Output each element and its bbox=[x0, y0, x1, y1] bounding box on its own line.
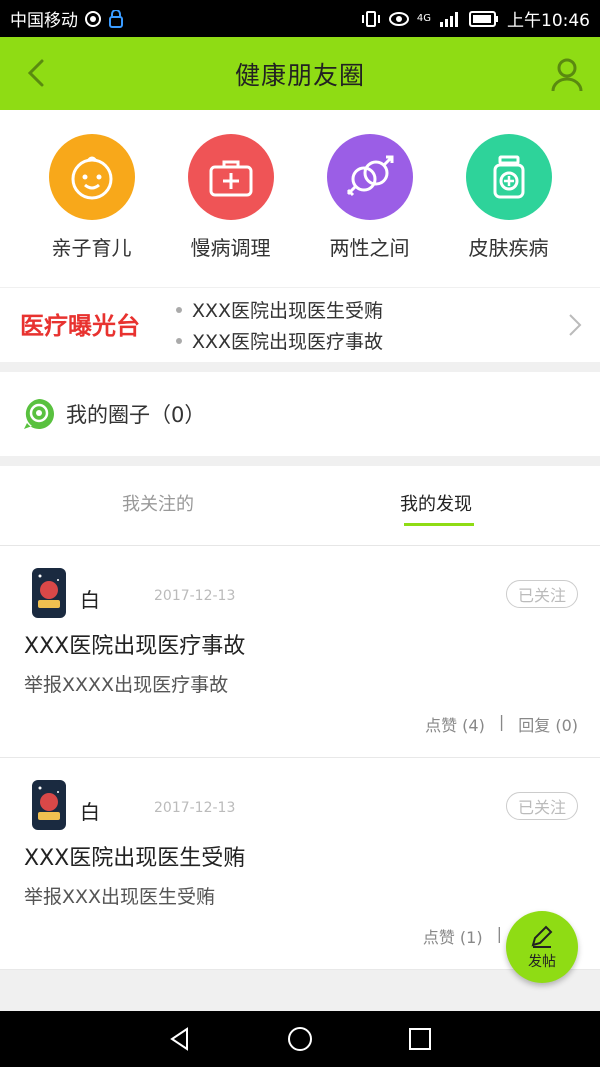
post-date: 2017-12-13 bbox=[154, 588, 236, 604]
bullet-dot bbox=[176, 337, 182, 344]
home-circle-icon[interactable] bbox=[286, 1025, 314, 1053]
post-stats: 点赞 (4) | 回复 (0) bbox=[425, 712, 578, 736]
chevron-left-icon[interactable] bbox=[18, 55, 54, 91]
circle-chat-icon bbox=[24, 399, 55, 429]
feed-tabs: 我关注的 我的发现 bbox=[0, 466, 600, 546]
exposure-logo: 医疗曝光台 bbox=[20, 312, 140, 340]
category-label: 两性之间 bbox=[329, 236, 410, 260]
bullet-dot bbox=[176, 306, 182, 313]
category-label: 慢病调理 bbox=[190, 236, 271, 260]
post-card[interactable]: 白 2017-12-13 已关注 XXX医院出现医疗事故 举报XXXX出现医疗事… bbox=[0, 546, 600, 758]
stats-separator: | bbox=[498, 712, 505, 731]
category-parenting[interactable]: 亲子育儿 bbox=[22, 110, 161, 287]
status-bar: 中国移动 4G 上午10:46 bbox=[0, 0, 600, 37]
baby-face-icon bbox=[48, 134, 135, 220]
post-body: 举报XXX出现医生受贿 bbox=[24, 886, 216, 908]
active-tab-indicator bbox=[404, 523, 474, 526]
signal-icon bbox=[440, 11, 458, 27]
category-gender[interactable]: 两性之间 bbox=[300, 110, 439, 287]
new-post-button[interactable]: 发帖 bbox=[506, 911, 578, 983]
carrier-label: 中国移动 bbox=[10, 11, 78, 31]
vibrate-icon bbox=[361, 10, 380, 27]
system-nav-bar bbox=[0, 1011, 600, 1067]
post-date: 2017-12-13 bbox=[154, 800, 236, 816]
category-skin[interactable]: 皮肤疾病 bbox=[439, 110, 578, 287]
post-list: 白 2017-12-13 已关注 XXX医院出现医疗事故 举报XXXX出现医疗事… bbox=[0, 546, 600, 970]
news-list: XXX医院出现医生受贿 XXX医院出现医疗事故 bbox=[176, 296, 383, 354]
eye-icon bbox=[388, 11, 409, 26]
follow-button[interactable]: 已关注 bbox=[506, 580, 578, 608]
notification-icon bbox=[85, 10, 101, 27]
gender-icon bbox=[326, 134, 413, 220]
tab-following[interactable]: 我关注的 bbox=[122, 490, 194, 516]
recents-square-icon[interactable] bbox=[407, 1026, 433, 1052]
author-name: 白 bbox=[80, 588, 100, 612]
back-triangle-icon[interactable] bbox=[167, 1026, 193, 1052]
my-circle-row[interactable]: 我的圈子（0） bbox=[0, 372, 600, 456]
top-nav-bar: 健康朋友圈 bbox=[0, 37, 600, 110]
post-body: 举报XXXX出现医疗事故 bbox=[24, 674, 229, 696]
clock-label: 上午10:46 bbox=[507, 11, 590, 31]
stats-separator: | bbox=[496, 924, 502, 943]
news-item[interactable]: XXX医院出现医疗事故 bbox=[176, 327, 383, 354]
new-post-label: 发帖 bbox=[528, 954, 556, 970]
post-title[interactable]: XXX医院出现医疗事故 bbox=[24, 628, 245, 660]
exposure-logo-text: 医疗曝光台 bbox=[20, 312, 140, 340]
avatar[interactable] bbox=[32, 780, 66, 830]
like-button[interactable]: 点赞 (4) bbox=[425, 712, 485, 736]
exposure-banner[interactable]: 医疗曝光台 XXX医院出现医生受贿 XXX医院出现医疗事故 bbox=[0, 288, 600, 362]
page-title: 健康朋友圈 bbox=[234, 60, 365, 90]
category-grid: 亲子育儿 慢病调理 两性之间 皮肤疾病 bbox=[0, 110, 600, 287]
author-name: 白 bbox=[80, 800, 100, 824]
tab-discover[interactable]: 我的发现 bbox=[400, 490, 472, 516]
category-chronic[interactable]: 慢病调理 bbox=[161, 110, 300, 287]
news-text: XXX医院出现医疗事故 bbox=[192, 331, 384, 353]
post-title[interactable]: XXX医院出现医生受贿 bbox=[24, 840, 245, 872]
user-icon[interactable] bbox=[548, 55, 586, 93]
news-text: XXX医院出现医生受贿 bbox=[192, 300, 384, 322]
my-circle-label: 我的圈子（0） bbox=[66, 403, 206, 427]
post-stats: 点赞 (1) | bbox=[423, 924, 502, 948]
pencil-icon bbox=[531, 925, 553, 948]
vpn-icon bbox=[109, 9, 123, 28]
network-label: 4G bbox=[416, 13, 431, 24]
category-label: 皮肤疾病 bbox=[468, 236, 549, 260]
reply-button[interactable]: 回复 (0) bbox=[518, 712, 578, 736]
medicine-bottle-icon bbox=[465, 134, 552, 220]
chevron-right-icon[interactable] bbox=[568, 313, 582, 337]
battery-icon bbox=[469, 10, 498, 27]
like-button[interactable]: 点赞 (1) bbox=[423, 924, 483, 948]
category-label: 亲子育儿 bbox=[51, 236, 132, 260]
news-item[interactable]: XXX医院出现医生受贿 bbox=[176, 296, 383, 323]
follow-button[interactable]: 已关注 bbox=[506, 792, 578, 820]
medical-kit-icon bbox=[187, 134, 274, 220]
avatar[interactable] bbox=[32, 568, 66, 618]
